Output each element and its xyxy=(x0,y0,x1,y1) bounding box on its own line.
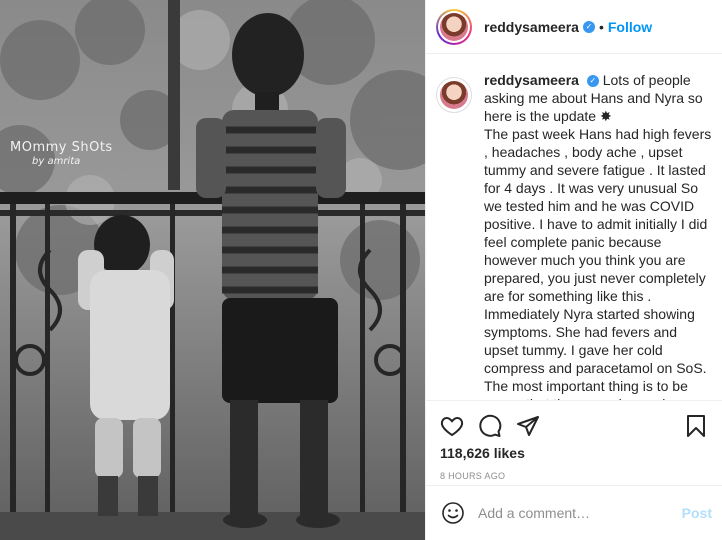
follow-button[interactable]: Follow xyxy=(608,19,652,35)
comment-input[interactable] xyxy=(478,505,674,521)
photo-watermark: MOmmy ShOts by amrita xyxy=(10,140,113,167)
caption-row: reddysameera ✓ Lots of people asking me … xyxy=(436,71,712,400)
post-timestamp[interactable]: 8 HOURS AGO xyxy=(436,471,712,481)
comments-section[interactable]: reddysameera ✓ Lots of people asking me … xyxy=(426,55,722,400)
comment-bubble-icon[interactable] xyxy=(474,410,506,442)
add-comment-bar: Post xyxy=(426,485,722,540)
post-actions: 118,626 likes 8 HOURS AGO xyxy=(426,400,722,481)
caption-verified-icon: ✓ xyxy=(586,75,599,88)
photo-illustration xyxy=(0,0,425,540)
post-photo[interactable]: MOmmy ShOts by amrita xyxy=(0,0,425,540)
caption-body: Lots of people asking me about Hans and … xyxy=(484,72,712,400)
watermark-credit: by amrita xyxy=(32,156,81,167)
post-header: reddysameera ✓ • Follow xyxy=(426,0,722,54)
post-comment-button[interactable]: Post xyxy=(682,505,712,521)
emoji-icon[interactable] xyxy=(440,500,466,526)
watermark-title: MOmmy ShOts xyxy=(10,140,113,155)
header-separator: • xyxy=(598,18,604,35)
post-side-panel: reddysameera ✓ • Follow reddysameera ✓ L… xyxy=(425,0,722,540)
caption-username[interactable]: reddysameera xyxy=(484,72,579,88)
verified-check-icon: ✓ xyxy=(582,20,595,33)
bookmark-save-icon[interactable] xyxy=(680,410,712,442)
author-username[interactable]: reddysameera xyxy=(484,19,579,35)
caption-avatar[interactable] xyxy=(436,77,472,113)
like-heart-icon[interactable] xyxy=(436,410,468,442)
author-avatar[interactable] xyxy=(436,8,472,45)
caption-text: reddysameera ✓ Lots of people asking me … xyxy=(484,71,712,400)
share-send-icon[interactable] xyxy=(512,410,544,442)
action-icons xyxy=(436,409,712,443)
like-count[interactable]: 118,626 likes xyxy=(436,445,712,461)
